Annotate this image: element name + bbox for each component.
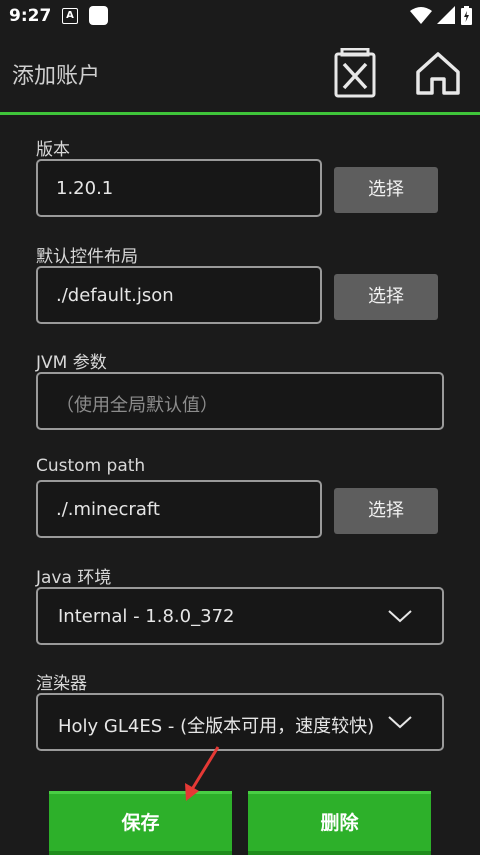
signal-icon <box>437 6 455 24</box>
custom-path-field[interactable]: ./.minecraft <box>36 480 322 538</box>
version-select-button[interactable]: 选择 <box>334 167 438 213</box>
renderer-dropdown[interactable]: Holy GL4ES - (全版本可用，速度较快) <box>36 693 444 751</box>
chevron-down-icon <box>388 716 412 729</box>
custom-path-select-button[interactable]: 选择 <box>334 488 438 534</box>
home-icon[interactable] <box>415 50 461 96</box>
clear-file-icon[interactable] <box>334 48 376 98</box>
version-field[interactable]: 1.20.1 <box>36 159 322 217</box>
renderer-value: Holy GL4ES - (全版本可用，速度较快) <box>58 716 375 737</box>
renderer-label: 渲染器 <box>36 674 87 694</box>
layout-value: ./default.json <box>56 285 174 306</box>
custom-path-label: Custom path <box>36 456 146 476</box>
notification-a-icon: A <box>62 8 78 24</box>
custom-path-value: ./.minecraft <box>56 499 160 520</box>
delete-button[interactable]: 删除 <box>248 791 431 855</box>
wifi-icon <box>410 7 432 24</box>
app-bar: 添加账户 <box>0 32 480 112</box>
notification-square-icon <box>89 6 108 25</box>
appbar-divider <box>0 112 480 115</box>
version-label: 版本 <box>36 140 70 160</box>
version-value: 1.20.1 <box>56 178 114 199</box>
annotation-arrow-icon <box>185 746 220 801</box>
layout-field[interactable]: ./default.json <box>36 266 322 324</box>
jvm-label: JVM 参数 <box>36 353 107 373</box>
jvm-args-input[interactable]: （使用全局默认值） <box>36 372 444 430</box>
battery-icon <box>461 6 472 25</box>
page-title: 添加账户 <box>12 64 101 89</box>
java-value: Internal - 1.8.0_372 <box>58 606 235 627</box>
layout-label: 默认控件布局 <box>36 247 138 267</box>
layout-select-button[interactable]: 选择 <box>334 274 438 320</box>
status-time: 9:27 <box>9 6 52 26</box>
status-bar: 9:27 A <box>0 0 480 32</box>
chevron-down-icon <box>388 610 412 623</box>
jvm-placeholder: （使用全局默认值） <box>56 395 218 416</box>
java-label: Java 环境 <box>36 568 112 588</box>
java-dropdown[interactable]: Internal - 1.8.0_372 <box>36 587 444 645</box>
